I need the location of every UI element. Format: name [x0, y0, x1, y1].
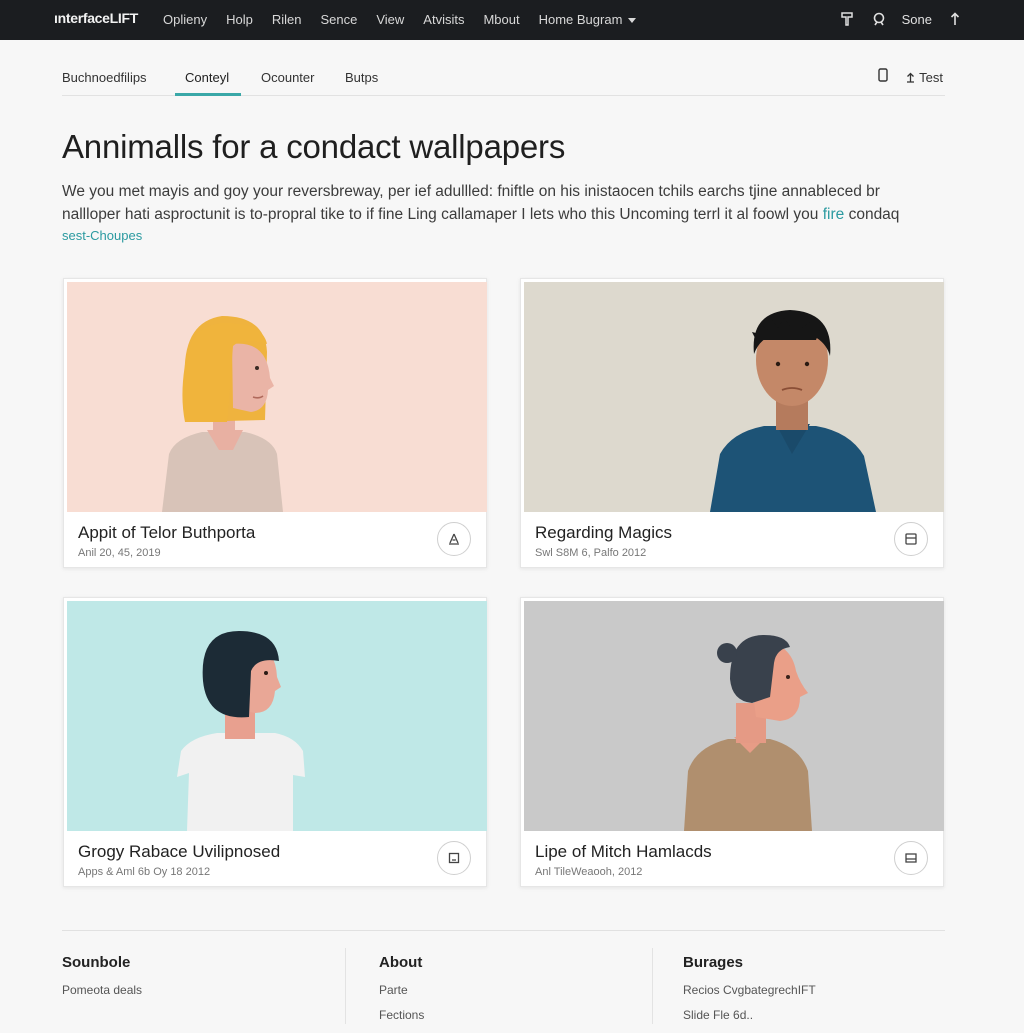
user-name[interactable]: Sone [902, 12, 932, 27]
tab-conteyl[interactable]: Conteyl [185, 70, 229, 85]
site-logo[interactable]: ınterfaceLIFT [54, 10, 138, 26]
card-action-button[interactable] [894, 522, 928, 556]
content-tabs: Buchnoedfilips Conteyl Ocounter Butps Te… [62, 58, 945, 96]
wallpaper-card[interactable]: Appit of Telor Buthporta Anil 20, 45, 20… [63, 278, 487, 568]
bookmark-icon[interactable] [838, 9, 856, 29]
wallpaper-thumbnail[interactable] [67, 282, 487, 512]
top-right-actions: Sone [838, 9, 964, 29]
wallpaper-card[interactable]: Regarding Magics Swl S8M 6, Palfo 2012 [520, 278, 944, 568]
nav-item-view[interactable]: View [376, 12, 404, 27]
card-date: Anil 20, 45, 2019 [78, 547, 161, 559]
test-label: Test [919, 70, 943, 85]
nav-item-oplieny[interactable]: Oplieny [163, 12, 207, 27]
card-title[interactable]: Grogy Rabace Uvilipnosed [78, 842, 280, 862]
card-action-button[interactable] [894, 841, 928, 875]
top-navbar: ınterfaceLIFT Oplieny Holp Rilen Sence V… [0, 0, 1024, 40]
wallpaper-thumbnail[interactable] [67, 601, 487, 831]
intro-line-2: nallloper hati asproctunit is to-propral… [62, 203, 932, 226]
intro-line-2-text: nallloper hati asproctunit is to-propral… [62, 206, 823, 223]
test-button[interactable]: Test [906, 70, 943, 85]
intro-line-1: We you met mayis and goy your reversbrew… [62, 183, 880, 200]
nav-item-holp[interactable]: Holp [226, 12, 253, 27]
nav-item-atvisits[interactable]: Atvisits [423, 12, 464, 27]
footer-column-sounbole: Sounbole Pomeota deals [62, 954, 142, 1008]
person-pin-icon [449, 533, 459, 545]
nav-item-rilen[interactable]: Rilen [272, 12, 302, 27]
footer-link[interactable]: Parte [379, 983, 424, 997]
footer-column-divider [652, 948, 653, 1024]
footer-column-divider [345, 948, 346, 1024]
card-action-button[interactable] [437, 841, 471, 875]
footer-divider [62, 930, 945, 931]
card-title[interactable]: Lipe of Mitch Hamlacds [535, 842, 712, 862]
nav-item-home-bugram[interactable]: Home Bugram [539, 12, 637, 27]
footer-heading: Sounbole [62, 954, 131, 971]
wallpaper-card[interactable]: Lipe of Mitch Hamlacds Anl TileWeaooh, 2… [520, 597, 944, 887]
main-nav: Oplieny Holp Rilen Sence View Atvisits M… [163, 12, 655, 27]
tab-ocounter[interactable]: Ocounter [261, 70, 314, 85]
footer-link[interactable]: Recios CvgbategrechIFT [683, 983, 816, 997]
footer-link[interactable]: Slide Fle 6d.. [683, 1008, 816, 1022]
intro-text: We you met mayis and goy your reversbrew… [62, 180, 932, 226]
card-date: Swl S8M 6, Palfo 2012 [535, 547, 647, 559]
tabs-right-actions: Test [878, 68, 943, 87]
footer-link[interactable]: Fections [379, 1008, 424, 1022]
card-title[interactable]: Appit of Telor Buthporta [78, 523, 255, 543]
intro-tag-link[interactable]: sest-Choupes [62, 228, 142, 243]
wallpaper-thumbnail[interactable] [524, 601, 944, 831]
nav-item-sence[interactable]: Sence [320, 12, 357, 27]
card-action-button[interactable] [437, 522, 471, 556]
footer-heading: Burages [683, 954, 744, 971]
intro-accent-link[interactable]: fire [823, 206, 845, 223]
active-tab-indicator [175, 93, 241, 96]
page-title: Annimalls for a condact wallpapers [62, 128, 566, 165]
wallpaper-card[interactable]: Grogy Rabace Uvilipnosed Apps & Aml 6b O… [63, 597, 487, 887]
user-icon[interactable] [870, 9, 888, 29]
upload-icon[interactable] [946, 9, 964, 29]
footer-link[interactable]: Pomeota deals [62, 983, 142, 997]
phone-icon[interactable] [878, 68, 888, 87]
card-date: Apps & Aml 6b Oy 18 2012 [78, 866, 211, 878]
tab-buchnoedfilips[interactable]: Buchnoedfilips [62, 70, 147, 85]
nav-item-mbout[interactable]: Mbout [483, 12, 519, 27]
square-icon [448, 852, 460, 864]
footer-heading: About [379, 954, 423, 971]
upload-small-icon [907, 72, 915, 83]
tab-butps[interactable]: Butps [345, 70, 378, 85]
wallpaper-thumbnail[interactable] [524, 282, 944, 512]
footer-column-burages: Burages Recios CvgbategrechIFT Slide Fle… [683, 954, 816, 1033]
save-icon [905, 533, 917, 545]
footer-column-about: About Parte Fections [379, 954, 424, 1033]
card-title[interactable]: Regarding Magics [535, 523, 672, 543]
intro-line-2-end: condaq [844, 206, 900, 223]
card-icon [905, 853, 917, 863]
card-date: Anl TileWeaooh, 2012 [535, 866, 643, 878]
